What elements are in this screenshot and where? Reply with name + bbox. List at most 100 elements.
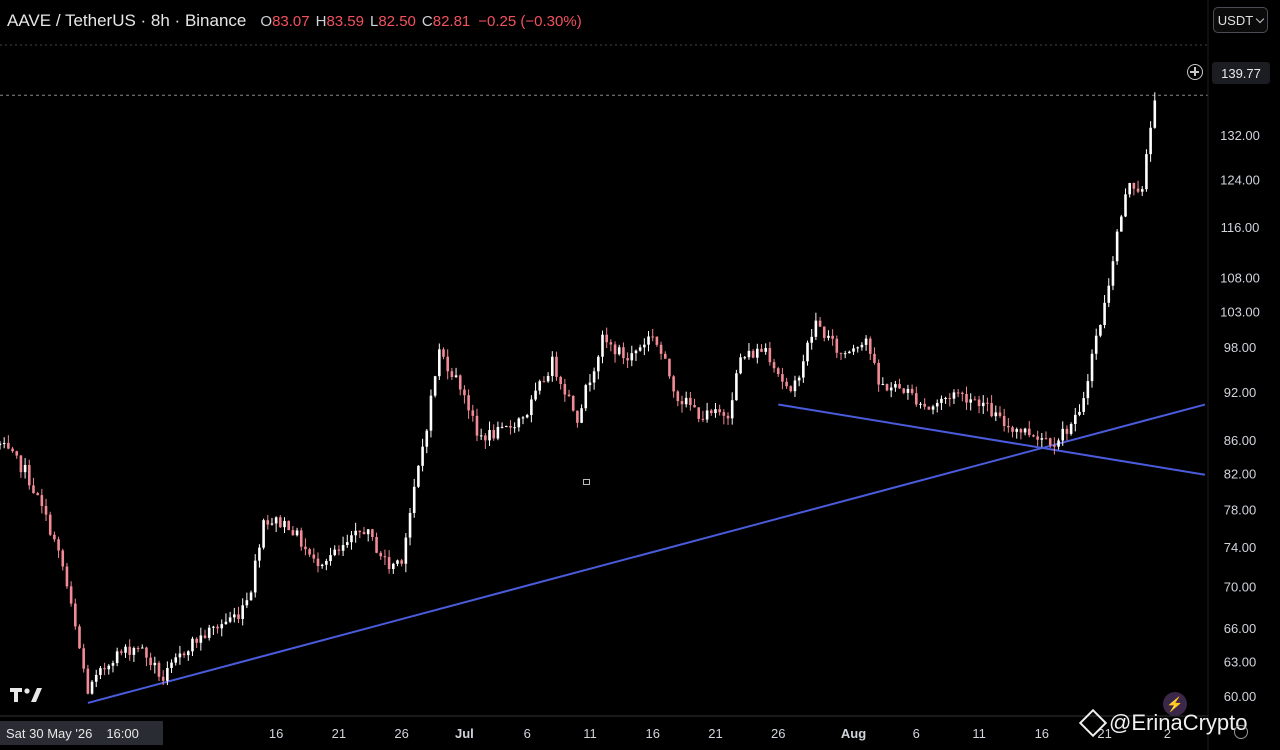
candle bbox=[848, 350, 851, 354]
candle-body bbox=[237, 614, 240, 619]
candle-body bbox=[504, 425, 508, 427]
candle bbox=[396, 559, 399, 567]
price-tick: 82.00 bbox=[1224, 467, 1257, 482]
candle bbox=[99, 666, 102, 680]
candle bbox=[212, 625, 215, 635]
candle-body bbox=[228, 617, 232, 622]
candle-body bbox=[1086, 381, 1090, 399]
price-tick: 124.00 bbox=[1220, 172, 1260, 187]
axis-settings-icon[interactable] bbox=[1234, 725, 1248, 739]
candle-body bbox=[333, 549, 337, 556]
candle bbox=[747, 343, 751, 360]
candle-body bbox=[948, 397, 952, 399]
candle bbox=[312, 548, 316, 563]
candle-body bbox=[44, 506, 48, 515]
candle-body bbox=[868, 338, 872, 354]
candle-body bbox=[48, 514, 52, 535]
candle-body bbox=[15, 451, 19, 456]
candle-body bbox=[789, 386, 793, 392]
candle-body bbox=[885, 384, 889, 391]
candle-body bbox=[1103, 302, 1106, 326]
candle bbox=[626, 352, 629, 369]
candle-body bbox=[726, 415, 730, 419]
price-tick: 60.00 bbox=[1224, 689, 1257, 704]
candle bbox=[304, 538, 307, 556]
candle-body bbox=[166, 667, 169, 681]
candle-body bbox=[609, 342, 613, 345]
candle-body bbox=[709, 410, 713, 414]
candle-body bbox=[567, 394, 571, 396]
candle bbox=[471, 404, 475, 422]
candle bbox=[371, 528, 374, 541]
candle bbox=[567, 389, 571, 398]
candle bbox=[584, 383, 588, 412]
candle-body bbox=[969, 399, 972, 403]
candle bbox=[11, 446, 14, 453]
price-chart[interactable]: 132.00 124.00 116.00 108.00 103.00 98.00 92.00… bbox=[0, 0, 1280, 750]
candle bbox=[915, 386, 918, 407]
add-alert-icon[interactable] bbox=[1187, 64, 1203, 80]
candle-body bbox=[542, 381, 546, 383]
candle bbox=[124, 644, 127, 658]
candle bbox=[638, 344, 642, 352]
candle bbox=[253, 554, 257, 598]
time-tick: Jul bbox=[455, 726, 474, 741]
candle bbox=[120, 649, 123, 656]
trendlines bbox=[87, 403, 1206, 704]
candle bbox=[1086, 374, 1090, 405]
price-tick: 132.00 bbox=[1220, 128, 1260, 143]
candle-body bbox=[1023, 428, 1027, 433]
candle bbox=[894, 380, 897, 392]
candle bbox=[701, 410, 705, 422]
candle-body bbox=[822, 326, 826, 338]
candle-body bbox=[412, 486, 416, 513]
candle-body bbox=[722, 412, 726, 416]
candle-body bbox=[956, 392, 960, 394]
candle bbox=[655, 336, 659, 347]
time-tick: 16 bbox=[1035, 726, 1049, 741]
candle bbox=[224, 613, 228, 625]
candle-body bbox=[643, 344, 646, 348]
candle-body bbox=[1145, 154, 1148, 190]
candle-body bbox=[111, 663, 115, 666]
candle bbox=[910, 384, 914, 396]
candle bbox=[145, 646, 148, 667]
candle bbox=[383, 549, 387, 566]
time-tick: 26 bbox=[771, 726, 785, 741]
candle-body bbox=[241, 605, 244, 619]
candle-body bbox=[53, 534, 56, 540]
candle bbox=[82, 643, 85, 673]
candle-body bbox=[588, 382, 592, 386]
candle bbox=[69, 581, 73, 607]
candle-body bbox=[617, 347, 621, 355]
candle-body bbox=[287, 520, 290, 531]
time-tick: 21 bbox=[708, 726, 722, 741]
candle-body bbox=[1048, 438, 1052, 446]
candle-body bbox=[965, 393, 968, 403]
candle-body bbox=[1065, 428, 1069, 434]
candle bbox=[668, 358, 671, 379]
candle bbox=[23, 458, 27, 479]
candle bbox=[730, 392, 734, 425]
candle bbox=[709, 408, 713, 416]
candle bbox=[768, 341, 772, 366]
candle bbox=[676, 390, 680, 407]
candle-body bbox=[341, 545, 345, 551]
candle-body bbox=[36, 493, 39, 496]
candle bbox=[44, 498, 48, 522]
candle bbox=[961, 391, 964, 402]
tradingview-logo[interactable] bbox=[10, 686, 44, 704]
candle-body bbox=[747, 350, 751, 358]
candle-body bbox=[835, 338, 839, 353]
candle-body bbox=[952, 392, 956, 399]
candle bbox=[756, 343, 759, 364]
candle-body bbox=[898, 384, 901, 389]
candle bbox=[199, 627, 203, 651]
candle bbox=[32, 477, 35, 494]
candle-body bbox=[1111, 261, 1115, 286]
candle-body bbox=[438, 349, 441, 377]
candle-body bbox=[274, 517, 278, 524]
candle bbox=[843, 350, 847, 359]
candle-body bbox=[684, 397, 688, 405]
candle-body bbox=[663, 353, 667, 359]
